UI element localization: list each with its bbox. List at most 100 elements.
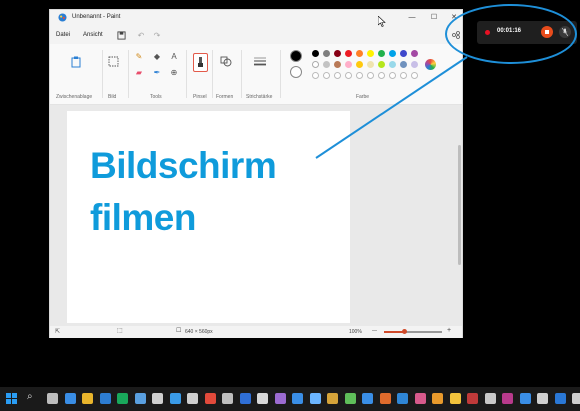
taskbar-app-icon[interactable] [47,393,58,404]
color-swatch[interactable] [356,50,363,57]
text-icon[interactable]: A [168,51,180,63]
taskbar-app-icon[interactable] [502,393,513,404]
taskbar-app-icon[interactable] [169,393,181,404]
color-swatch[interactable] [411,50,418,57]
color-swatch[interactable] [400,50,407,57]
color-swatch[interactable] [345,72,352,79]
eraser-icon[interactable]: ▰ [133,67,145,79]
color-swatch[interactable] [356,72,363,79]
taskbar-app-icon[interactable] [204,393,216,404]
window-title: Unbenannt - Paint [72,14,121,20]
zoom-in-button[interactable]: + [447,327,451,334]
taskbar-app-icon[interactable] [362,393,373,404]
taskbar-app-icon[interactable] [134,393,146,404]
taskbar-app-icon[interactable] [152,393,163,404]
start-button[interactable] [6,393,17,404]
taskbar-app-icon[interactable] [187,393,198,404]
taskbar-app-icon[interactable] [274,393,286,404]
color-swatch[interactable] [323,72,330,79]
taskbar-app-icon[interactable] [379,393,391,404]
taskbar-app-icon[interactable] [64,393,76,404]
brush-icon [198,57,203,67]
shapes-icon[interactable] [220,56,232,67]
color-swatch[interactable] [389,72,396,79]
edit-colors-icon[interactable] [425,59,436,70]
fill-icon[interactable]: ◆ [151,51,163,63]
taskbar-app-icon[interactable] [344,393,356,404]
color-picker-icon[interactable]: ✒ [151,67,163,79]
magnifier-icon[interactable]: ⊕ [168,67,180,79]
group-clipboard-label: Zwischenablage [56,94,93,100]
taskbar-app-icon[interactable] [292,393,303,404]
select-icon[interactable] [108,56,119,67]
color-swatch[interactable] [389,50,396,57]
title-bar[interactable]: Unbenannt - Paint — ☐ ✕ [50,10,462,28]
taskbar-app-icon[interactable] [397,393,408,404]
taskbar-app-icon[interactable] [449,393,461,404]
color-swatch[interactable] [389,61,396,68]
color-swatch[interactable] [323,61,330,68]
start-tile [6,393,11,398]
color-swatch[interactable] [334,50,341,57]
divider [241,50,242,98]
color-swatch[interactable] [312,50,319,57]
color-swatch[interactable] [334,61,341,68]
cursor-position-icon: ⇱ [55,329,61,335]
taskbar-app-icon[interactable] [82,393,93,404]
color-swatch[interactable] [334,72,341,79]
drawing-canvas[interactable]: Bildschirm filmen [67,111,350,323]
divider [102,50,103,98]
menu-file[interactable]: Datei [56,32,70,38]
redo-icon[interactable]: ↷ [151,30,163,42]
taskbar-app-icon[interactable] [309,393,321,404]
taskbar-app-icon[interactable] [414,393,426,404]
zoom-slider-thumb[interactable] [402,329,407,334]
color-swatch[interactable] [312,72,319,79]
color-swatch[interactable] [356,61,363,68]
secondary-color-swatch[interactable] [290,66,302,78]
taskbar-app-icon[interactable] [117,393,128,404]
primary-color-swatch[interactable] [290,50,302,62]
color-swatch[interactable] [411,72,418,79]
taskbar-app-icon[interactable] [484,393,496,404]
taskbar-app-icon[interactable] [327,393,338,404]
color-swatch[interactable] [345,50,352,57]
vertical-scrollbar[interactable] [458,145,461,265]
color-swatch[interactable] [378,61,385,68]
zoom-level[interactable]: 100% [349,329,362,335]
taskbar-app-icon[interactable] [99,393,111,404]
color-swatch[interactable] [345,61,352,68]
pencil-icon[interactable]: ✎ [133,51,145,63]
zoom-out-button[interactable]: — [372,328,377,334]
taskbar-app-icon[interactable] [432,393,443,404]
color-swatch[interactable] [378,72,385,79]
minimize-button[interactable]: — [406,12,418,24]
taskbar-app-icon[interactable] [257,393,268,404]
color-swatch[interactable] [367,50,374,57]
color-swatch[interactable] [367,61,374,68]
taskbar-app-icon[interactable] [537,393,548,404]
brush-button[interactable] [193,53,208,72]
color-swatch[interactable] [312,61,319,68]
taskbar-app-icon[interactable] [572,393,580,404]
color-swatch[interactable] [367,72,374,79]
zoom-slider-track[interactable] [384,329,442,334]
color-swatch[interactable] [400,61,407,68]
undo-icon[interactable]: ↶ [135,30,147,42]
taskbar-app-icon[interactable] [519,393,531,404]
taskbar-app-icon[interactable] [554,393,566,404]
maximize-button[interactable]: ☐ [428,12,440,24]
taskbar-app-icon[interactable] [222,393,233,404]
taskbar-app-icon[interactable] [467,393,478,404]
group-tools-label: Tools [150,94,162,100]
color-swatch[interactable] [378,50,385,57]
color-swatch[interactable] [400,72,407,79]
clipboard-icon[interactable] [71,56,81,68]
color-swatch[interactable] [411,61,418,68]
stroke-size-icon[interactable] [254,56,266,66]
search-icon[interactable]: ⌕ [27,391,33,402]
color-swatch[interactable] [323,50,330,57]
save-icon[interactable] [117,31,126,40]
menu-view[interactable]: Ansicht [83,32,103,38]
taskbar-app-icon[interactable] [239,393,251,404]
